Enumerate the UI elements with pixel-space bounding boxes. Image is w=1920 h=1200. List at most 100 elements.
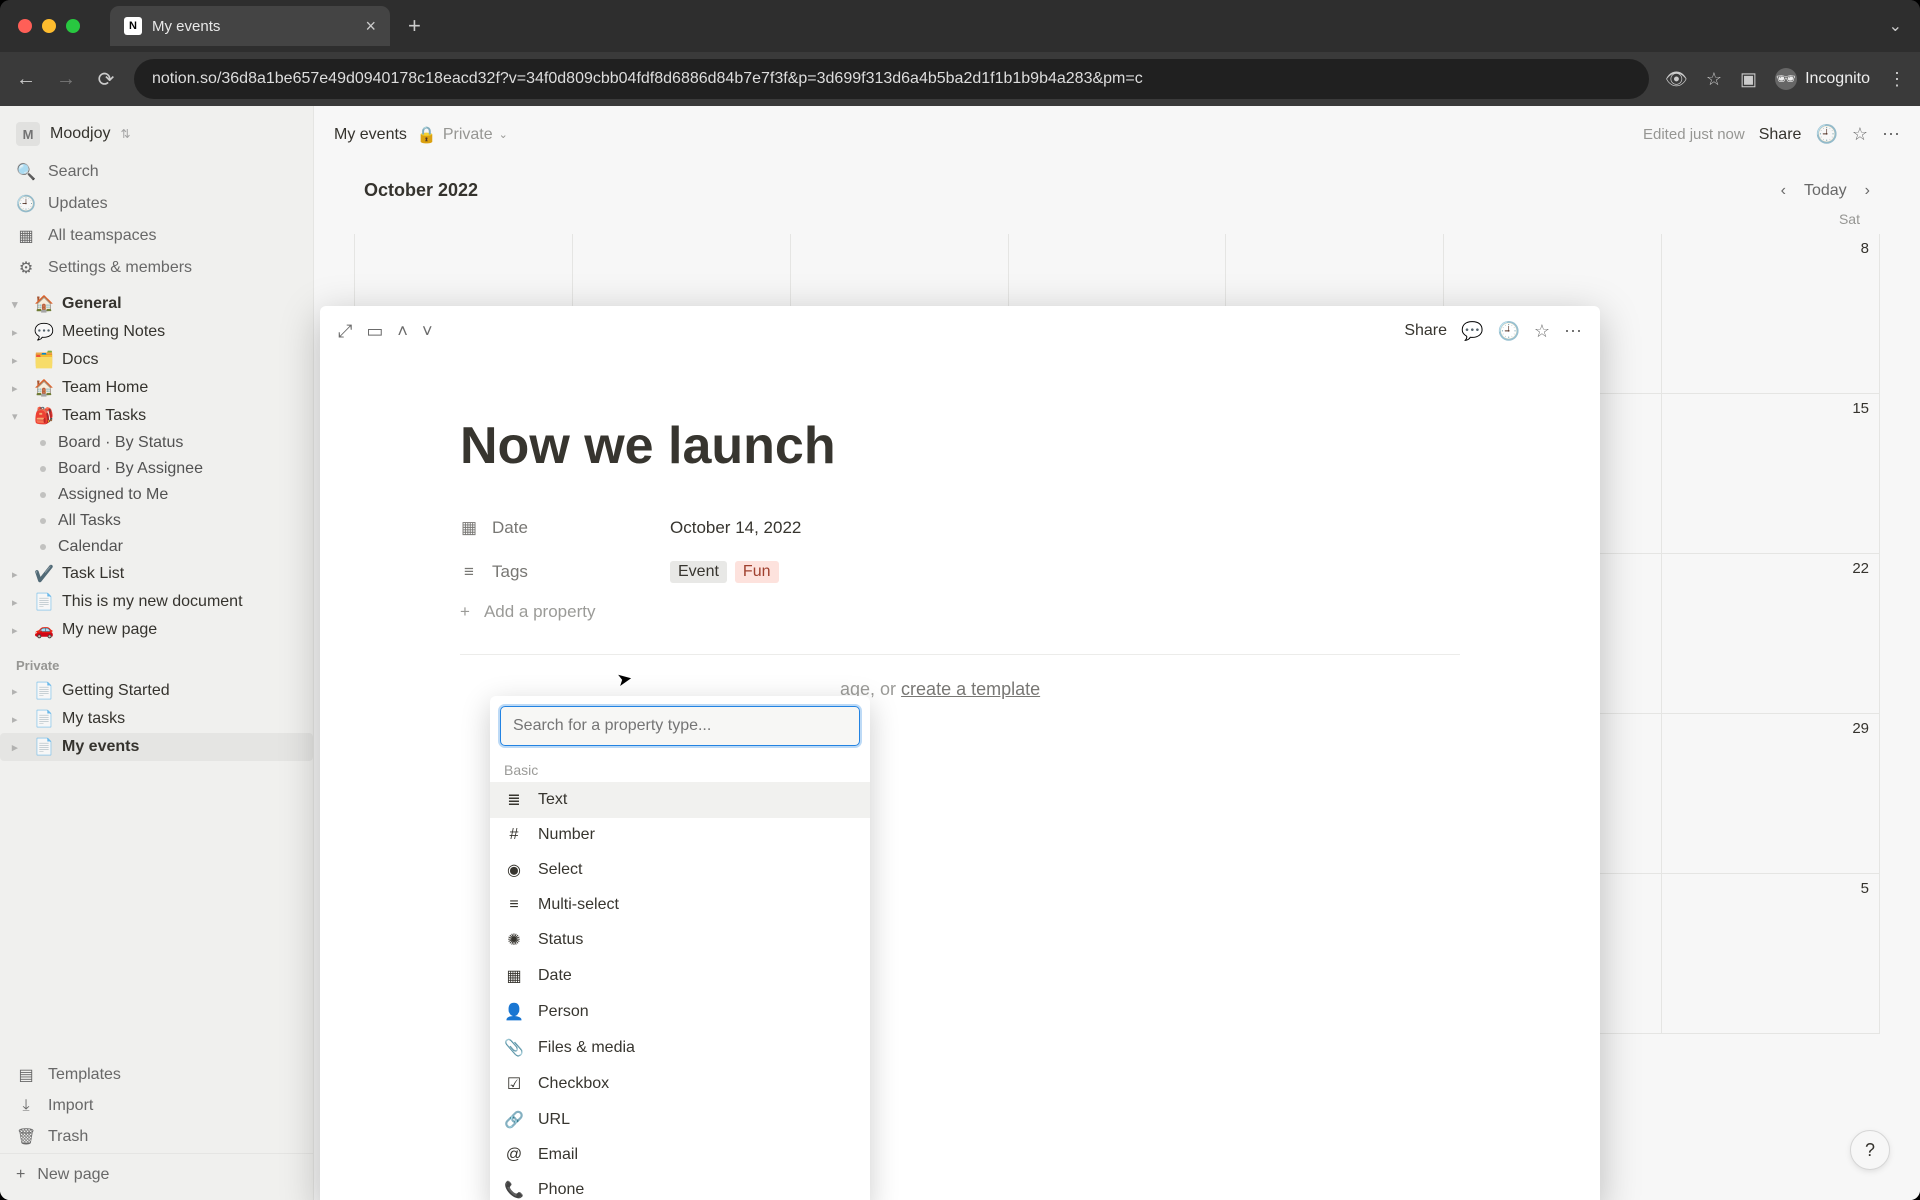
import-icon: ⤓ — [16, 1097, 36, 1115]
favorite-star-icon[interactable]: ☆ — [1534, 321, 1550, 342]
sidebar-item-meeting-notes[interactable]: ▸💬Meeting Notes — [0, 318, 313, 346]
sidebar-item-docs[interactable]: ▸🗂️Docs — [0, 346, 313, 374]
chevron-right-icon[interactable]: ▸ — [12, 741, 26, 754]
property-option-multiselect[interactable]: ≡Multi-select — [490, 888, 870, 922]
calendar-prev-icon[interactable]: ‹ — [1781, 182, 1786, 200]
chevron-right-icon[interactable]: ▸ — [12, 685, 26, 698]
calendar-cell[interactable]: 15 — [1662, 394, 1880, 554]
sidebar-subitem-calendar[interactable]: Calendar — [0, 534, 313, 560]
help-button[interactable]: ? — [1850, 1130, 1890, 1170]
add-property-button[interactable]: + Add a property — [460, 594, 1460, 630]
sidebar-item-my-events[interactable]: ▸📄My events — [0, 733, 313, 761]
forward-button[interactable]: → — [54, 68, 78, 91]
chevron-right-icon[interactable]: ▸ — [12, 382, 26, 395]
chevron-down-icon[interactable]: ▾ — [12, 298, 26, 311]
property-row-date[interactable]: ▦Date October 14, 2022 — [460, 506, 1460, 550]
grid-icon: ▦ — [16, 226, 36, 246]
chevron-right-icon[interactable]: ▸ — [12, 354, 26, 367]
sidebar-teamspaces[interactable]: ▦All teamspaces — [0, 220, 313, 252]
sidebar-item-getting-started[interactable]: ▸📄Getting Started — [0, 677, 313, 705]
property-option-number[interactable]: #Number — [490, 818, 870, 852]
bookmark-star-icon[interactable]: ☆ — [1706, 69, 1722, 90]
property-search-input[interactable] — [500, 706, 860, 746]
sidebar-templates[interactable]: ▤Templates — [0, 1059, 313, 1091]
extensions-icon[interactable]: ▣ — [1740, 69, 1757, 90]
property-option-person[interactable]: 👤Person — [490, 994, 870, 1030]
property-option-url[interactable]: 🔗URL — [490, 1102, 870, 1138]
nav-down-icon[interactable]: ˅ — [422, 321, 433, 342]
tabs-dropdown-icon[interactable]: ⌄ — [1889, 16, 1902, 36]
tag-chip[interactable]: Fun — [735, 561, 779, 583]
close-tab-icon[interactable]: × — [365, 16, 376, 37]
sidebar-item-team-tasks[interactable]: ▾🎒Team Tasks — [0, 402, 313, 430]
open-as-page-icon[interactable]: ⤢ — [338, 321, 352, 342]
property-option-files[interactable]: 📎Files & media — [490, 1030, 870, 1066]
calendar-cell[interactable]: 22 — [1662, 554, 1880, 714]
tag-chip[interactable]: Event — [670, 561, 727, 583]
updates-icon[interactable]: 🕘 — [1815, 124, 1837, 145]
share-button[interactable]: Share — [1759, 126, 1802, 144]
new-tab-button[interactable]: + — [408, 13, 421, 39]
maximize-window-button[interactable] — [66, 19, 80, 33]
notion-sidebar: M Moodjoy ⇅ 🔍Search 🕘Updates ▦All teamsp… — [0, 106, 314, 1200]
calendar-cell[interactable]: 5 — [1662, 874, 1880, 1034]
property-option-phone[interactable]: 📞Phone — [490, 1172, 870, 1200]
chevron-right-icon[interactable]: ▸ — [12, 568, 26, 581]
calendar-next-icon[interactable]: › — [1865, 182, 1870, 200]
calendar-cell[interactable]: 29 — [1662, 714, 1880, 874]
sidebar-settings[interactable]: ⚙Settings & members — [0, 252, 313, 284]
new-page-button[interactable]: +New page — [0, 1153, 313, 1196]
nav-up-icon[interactable]: ˄ — [397, 321, 408, 342]
calendar-cell[interactable]: 8 — [1662, 234, 1880, 394]
more-menu-icon[interactable]: ⋯ — [1564, 321, 1582, 342]
minimize-window-button[interactable] — [42, 19, 56, 33]
sidebar-trash[interactable]: 🗑Trash — [0, 1121, 313, 1153]
sidebar-subitem-board-assignee[interactable]: Board · By Assignee — [0, 456, 313, 482]
calendar-today-button[interactable]: Today — [1804, 182, 1847, 200]
chevron-right-icon[interactable]: ▸ — [12, 326, 26, 339]
eye-off-icon[interactable]: 👁 — [1665, 69, 1688, 90]
property-value-date[interactable]: October 14, 2022 — [670, 518, 801, 538]
sidebar-item-task-list[interactable]: ▸✔️Task List — [0, 560, 313, 588]
breadcrumb[interactable]: My events — [334, 126, 407, 144]
comments-icon[interactable]: 💬 — [1461, 321, 1483, 342]
chevron-right-icon[interactable]: ▸ — [12, 713, 26, 726]
share-scope-badge[interactable]: 🔒 Private ⌄ — [417, 125, 508, 145]
sidebar-item-my-new-page[interactable]: ▸🚗My new page — [0, 616, 313, 644]
property-option-status[interactable]: ✺Status — [490, 922, 870, 958]
property-option-email[interactable]: @Email — [490, 1138, 870, 1172]
property-option-date[interactable]: ▦Date — [490, 958, 870, 994]
sidebar-subitem-all-tasks[interactable]: All Tasks — [0, 508, 313, 534]
property-option-checkbox[interactable]: ☑Checkbox — [490, 1066, 870, 1102]
sidebar-updates[interactable]: 🕘Updates — [0, 188, 313, 220]
property-option-select[interactable]: ◉Select — [490, 852, 870, 888]
property-option-text[interactable]: ≣Text — [490, 782, 870, 818]
sidebar-subitem-assigned[interactable]: Assigned to Me — [0, 482, 313, 508]
updates-clock-icon[interactable]: 🕘 — [1497, 321, 1519, 342]
sidebar-search[interactable]: 🔍Search — [0, 156, 313, 188]
status-icon: ✺ — [504, 930, 524, 950]
create-template-link[interactable]: create a template — [901, 679, 1040, 699]
chevron-down-icon[interactable]: ▾ — [12, 410, 26, 423]
browser-tab[interactable]: N My events × — [110, 6, 390, 46]
sidebar-item-my-tasks[interactable]: ▸📄My tasks — [0, 705, 313, 733]
close-window-button[interactable] — [18, 19, 32, 33]
back-button[interactable]: ← — [14, 68, 38, 91]
page-title[interactable]: Now we launch — [460, 416, 1460, 476]
peek-mode-icon[interactable]: ▭ — [366, 321, 383, 342]
chevron-right-icon[interactable]: ▸ — [12, 624, 26, 637]
workspace-switcher[interactable]: M Moodjoy ⇅ — [0, 112, 313, 156]
sidebar-item-new-document[interactable]: ▸📄This is my new document — [0, 588, 313, 616]
sidebar-subitem-board-status[interactable]: Board · By Status — [0, 430, 313, 456]
modal-share-button[interactable]: Share — [1404, 322, 1447, 340]
property-row-tags[interactable]: ≡Tags Event Fun — [460, 550, 1460, 594]
favorite-star-icon[interactable]: ☆ — [1852, 124, 1868, 145]
url-input[interactable]: notion.so/36d8a1be657e49d0940178c18eacd3… — [134, 59, 1649, 99]
sidebar-item-team-home[interactable]: ▸🏠Team Home — [0, 374, 313, 402]
chevron-right-icon[interactable]: ▸ — [12, 596, 26, 609]
more-menu-icon[interactable]: ⋯ — [1882, 124, 1900, 145]
reload-button[interactable]: ⟳ — [94, 67, 118, 92]
sidebar-import[interactable]: ⤓Import — [0, 1091, 313, 1121]
browser-menu-icon[interactable]: ⋮ — [1888, 69, 1906, 90]
sidebar-section-general[interactable]: ▾ 🏠 General — [0, 290, 313, 318]
